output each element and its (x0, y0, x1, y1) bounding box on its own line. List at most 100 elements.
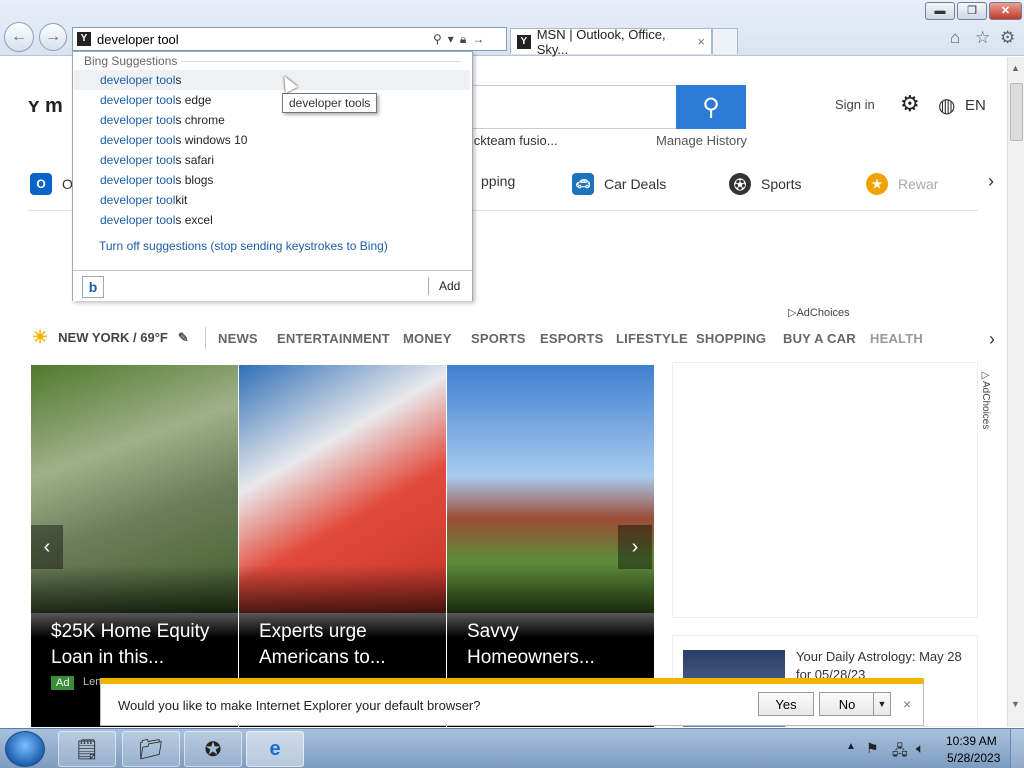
nav-money[interactable]: MONEY (403, 331, 452, 346)
nav-esports[interactable]: ESPORTS (540, 331, 604, 346)
trending-search[interactable]: lickteam fusio... (468, 133, 558, 148)
quicklink-sports[interactable]: ⚽︎ Sports (729, 173, 801, 195)
outlook-icon: O (30, 173, 52, 195)
default-browser-notification: Would you like to make Internet Explorer… (100, 678, 924, 726)
chevron-right-icon[interactable]: › (988, 171, 994, 192)
taskbar-explorer[interactable]: 📁︎ (122, 731, 180, 767)
scroll-up-icon[interactable]: ▲ (1011, 63, 1020, 73)
search-provider-bar: b Add (73, 270, 472, 301)
sports-icon: ⚽︎ (729, 173, 751, 195)
tooltip: developer tools (282, 93, 378, 113)
chevron-down-icon[interactable]: ▼ (873, 692, 891, 716)
suggestion-item[interactable]: developer toolkit (74, 190, 470, 210)
yes-button[interactable]: Yes (758, 692, 814, 716)
car-icon: 🚗︎ (572, 173, 594, 195)
taskbar-internet-explorer[interactable]: e (246, 731, 304, 767)
pencil-icon[interactable]: ✎ (178, 330, 189, 346)
suggestion-item[interactable]: developer tools safari (74, 150, 470, 170)
search-button[interactable]: ⚲ (676, 85, 746, 129)
scroll-thumb[interactable] (1010, 83, 1023, 141)
quicklink-rewards[interactable]: ★ Rewar (866, 173, 938, 195)
nav-lifestyle[interactable]: LIFESTYLE (616, 331, 688, 346)
add-provider-button[interactable]: Add (439, 279, 460, 293)
arrow-left-icon: ← (11, 28, 27, 45)
home-icon[interactable]: ⌂ (950, 28, 960, 48)
chevron-left-icon: ‹ (43, 535, 51, 558)
nav-sports[interactable]: SPORTS (471, 331, 526, 346)
nav-shopping[interactable]: SHOPPING (696, 331, 766, 346)
close-window-button[interactable]: ✕ (989, 2, 1022, 20)
nav-buy-a-car[interactable]: BUY A CAR (783, 331, 856, 346)
scroll-down-icon[interactable]: ▼ (1011, 699, 1020, 709)
suggestion-item[interactable]: developer tools edge (74, 90, 470, 110)
action-center-icon[interactable]: ⚑ (866, 740, 879, 757)
chevron-right-icon: › (631, 535, 639, 558)
address-input[interactable] (97, 31, 427, 47)
taskbar-notepad[interactable]: 🗒︎ (58, 731, 116, 767)
app-icon: ✪ (204, 738, 222, 761)
new-tab-button[interactable] (712, 28, 738, 54)
weather-widget[interactable]: ☀ NEW YORK / 69°F ✎ (32, 327, 189, 348)
turn-off-suggestions-link[interactable]: Turn off suggestions (stop sending keyst… (99, 239, 388, 253)
language-selector[interactable]: EN (965, 97, 986, 114)
ad-choices-link[interactable]: ▷AdChoices (980, 370, 991, 429)
nav-news[interactable]: NEWS (218, 331, 258, 346)
nav-health[interactable]: HEALTH (870, 331, 923, 346)
ad-source: Len (83, 676, 102, 688)
forward-button[interactable]: → (39, 23, 67, 51)
carousel-card[interactable]: Experts urge Americans to... (239, 365, 446, 727)
minimize-button[interactable]: ▬ (925, 2, 955, 20)
tab-msn[interactable]: Y MSN | Outlook, Office, Sky... × (510, 27, 712, 57)
no-button[interactable]: No (819, 692, 875, 716)
quicklink-car-deals[interactable]: 🚗︎ Car Deals (572, 173, 666, 195)
divider (181, 61, 461, 62)
suggestion-item[interactable]: developer tools excel (74, 210, 470, 230)
maximize-button[interactable]: ❐ (957, 2, 987, 20)
go-arrow-icon[interactable]: → (472, 32, 484, 46)
back-button[interactable]: ← (4, 22, 34, 52)
dropdown-icon[interactable]: ▾ (448, 32, 454, 46)
search-icon[interactable]: ⚲ (433, 32, 442, 46)
chevron-right-icon[interactable]: › (989, 329, 995, 350)
sign-in-link[interactable]: Sign in (835, 97, 875, 112)
clock-date[interactable]: 5/28/2023 (947, 751, 1000, 765)
bing-icon[interactable]: b (82, 276, 104, 298)
quicklink-shopping[interactable]: pping (481, 173, 515, 189)
lock-icon: 🔒︎ (459, 31, 467, 46)
show-desktop-button[interactable] (1010, 729, 1024, 768)
butterfly-icon: ʏ (28, 95, 40, 117)
quicklink-outlook[interactable]: O O (30, 173, 73, 195)
volume-icon[interactable]: 🔈︎ (916, 740, 924, 757)
browser-chrome: ← → Y ⚲ ▾ 🔒︎ → Y MSN | Outlook, Office, … (0, 0, 1024, 57)
gear-icon[interactable]: ⚙ (1000, 28, 1015, 48)
autocomplete-dropdown: Bing Suggestions developer tools develop… (72, 51, 473, 301)
network-icon[interactable]: 🖧︎ (892, 740, 908, 764)
carousel-prev-button[interactable]: ‹ (31, 525, 63, 569)
msn-logo[interactable]: ʏ m (28, 95, 63, 118)
card-caption: Experts urge Americans to... (259, 621, 386, 668)
taskbar-app[interactable]: ✪ (184, 731, 242, 767)
address-bar[interactable]: Y ⚲ ▾ 🔒︎ → (72, 27, 507, 51)
weather-label: NEW YORK / 69°F (58, 330, 168, 345)
show-hidden-icons[interactable]: ▲ (846, 741, 856, 752)
settings-gear-icon[interactable]: ⚙ (900, 91, 920, 117)
suggestion-item[interactable]: developer tools (74, 70, 470, 90)
star-icon[interactable]: ☆ (975, 28, 990, 48)
suggestion-item[interactable]: developer tools windows 10 (74, 130, 470, 150)
close-icon[interactable]: × (903, 696, 911, 712)
nav-entertainment[interactable]: ENTERTAINMENT (277, 331, 390, 346)
suggestion-item[interactable]: developer tools blogs (74, 170, 470, 190)
start-button[interactable] (5, 731, 45, 767)
folder-icon: 📁︎ (138, 738, 164, 761)
suggestion-item[interactable]: developer tools chrome (74, 110, 470, 130)
suggestions-header: Bing Suggestions (84, 54, 178, 68)
manage-history-link[interactable]: Manage History (656, 133, 747, 148)
msn-favicon-icon: Y (517, 34, 531, 49)
divider (428, 277, 429, 295)
clock-time[interactable]: 10:39 AM (946, 734, 997, 748)
globe-icon[interactable]: ◍ (938, 93, 955, 118)
carousel-next-button[interactable]: › (618, 525, 652, 569)
tab-close-icon[interactable]: × (697, 34, 705, 49)
ad-choices-link[interactable]: ▷AdChoices (788, 306, 850, 319)
vertical-scrollbar[interactable]: ▲ ▼ (1007, 57, 1024, 727)
